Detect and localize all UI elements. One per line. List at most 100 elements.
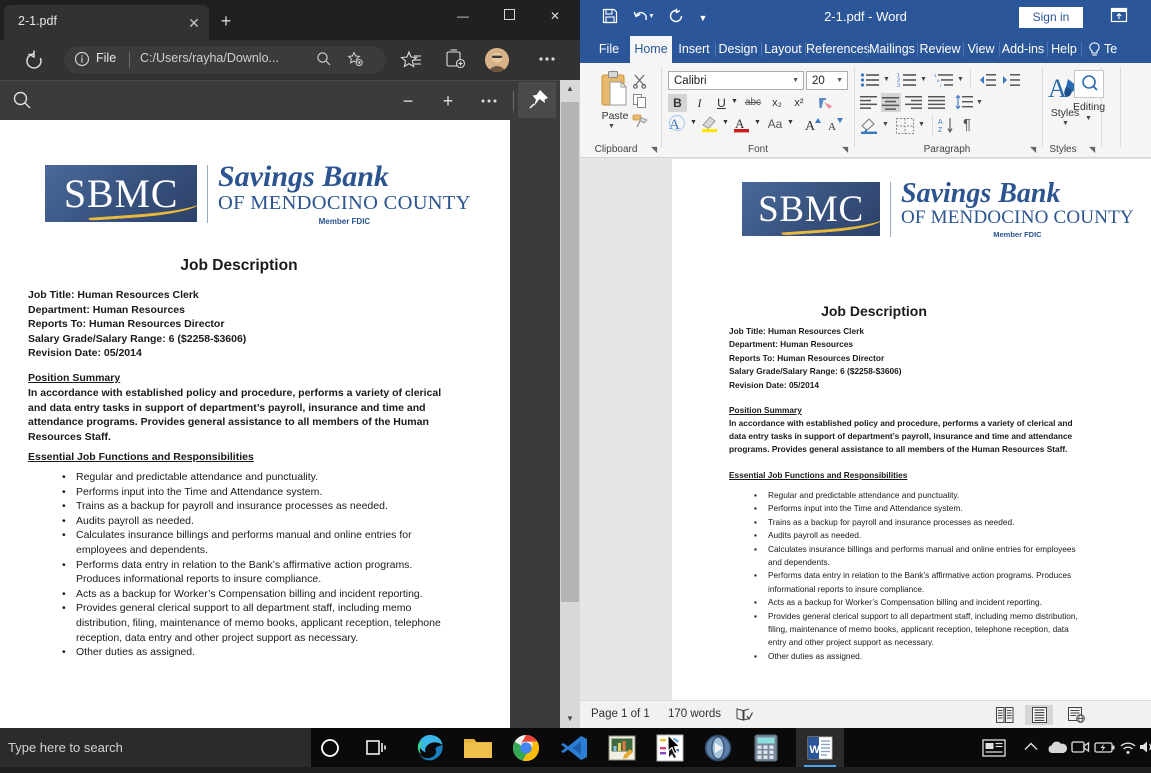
- taskbar-app-file-explorer[interactable]: [454, 728, 502, 767]
- wifi-icon[interactable]: [1118, 738, 1138, 761]
- taskbar-app-chrome[interactable]: [502, 728, 550, 767]
- onedrive-icon[interactable]: [1046, 738, 1068, 761]
- browser-tab[interactable]: 2-1.pdf ✕: [4, 5, 209, 40]
- dialog-launcher-icon[interactable]: ◥: [842, 145, 848, 154]
- pin-icon[interactable]: [518, 82, 556, 118]
- strikethrough-button[interactable]: abc: [741, 94, 765, 112]
- ribbon-tab-insert[interactable]: Insert: [674, 36, 714, 63]
- pdf-more-options-button[interactable]: [477, 90, 501, 114]
- ribbon-tab-help[interactable]: Help: [1048, 36, 1080, 63]
- clear-formatting-icon[interactable]: [816, 95, 834, 116]
- sort-icon[interactable]: A Z: [938, 117, 956, 139]
- ribbon-tab-view[interactable]: View: [964, 36, 998, 63]
- sign-in-button[interactable]: Sign in: [1019, 7, 1083, 28]
- taskbar-app-word[interactable]: W: [796, 728, 844, 767]
- justify-icon[interactable]: [928, 95, 946, 114]
- italic-button[interactable]: I: [690, 94, 709, 112]
- volume-icon[interactable]: [1138, 738, 1151, 761]
- news-and-interests-icon[interactable]: [982, 738, 1006, 763]
- chevron-down-icon[interactable]: ▼: [690, 119, 697, 126]
- ribbon-tab-home[interactable]: Home: [630, 36, 672, 63]
- more-options-icon[interactable]: [536, 48, 562, 74]
- decrease-indent-icon[interactable]: [977, 72, 997, 93]
- address-bar[interactable]: File C:/Users/rayha/Downlo...: [64, 46, 386, 74]
- ribbon-tab-design[interactable]: Design: [716, 36, 760, 63]
- find-magnifier-icon[interactable]: [1074, 70, 1104, 98]
- ribbon-display-options-icon[interactable]: [1107, 6, 1131, 30]
- taskbar-app-edge[interactable]: [406, 728, 454, 767]
- camera-icon[interactable]: [1070, 738, 1090, 761]
- show-formatting-marks-icon[interactable]: ¶: [963, 116, 971, 133]
- minimize-button[interactable]: —: [440, 0, 486, 32]
- subscript-button[interactable]: x₂: [767, 94, 787, 112]
- chevron-down-icon[interactable]: ▼: [792, 77, 799, 84]
- align-left-icon[interactable]: [860, 95, 878, 114]
- chevron-down-icon[interactable]: ▼: [976, 99, 983, 106]
- scroll-up-icon[interactable]: ▲: [560, 80, 580, 98]
- proofing-errors-icon[interactable]: [736, 707, 754, 727]
- chevron-down-icon[interactable]: ▼: [883, 76, 890, 83]
- close-icon[interactable]: ✕: [184, 13, 204, 33]
- underline-button[interactable]: U: [712, 94, 731, 112]
- chevron-down-icon[interactable]: ▼: [836, 77, 843, 84]
- page-indicator[interactable]: Page 1 of 1: [591, 708, 650, 720]
- zoom-out-button[interactable]: −: [396, 90, 420, 114]
- cortana-circle-icon[interactable]: [314, 732, 346, 763]
- favorites-list-icon[interactable]: [400, 48, 426, 74]
- align-right-icon[interactable]: [905, 95, 923, 114]
- numbered-list-icon[interactable]: 1 2 3: [897, 72, 917, 93]
- chevron-down-icon[interactable]: ▼: [918, 121, 925, 128]
- collections-icon[interactable]: [444, 48, 470, 74]
- shading-icon[interactable]: [860, 117, 879, 139]
- add-favorite-icon[interactable]: [347, 51, 365, 69]
- scroll-down-icon[interactable]: ▼: [560, 710, 580, 728]
- borders-icon[interactable]: [896, 118, 914, 139]
- chevron-down-icon[interactable]: ▼: [957, 76, 964, 83]
- word-page[interactable]: SBMC Savings Bank OF MENDOCINO COUNTY Me…: [672, 159, 1151, 700]
- editing-button-label[interactable]: Editing: [1067, 101, 1111, 113]
- multilevel-list-icon[interactable]: 1 a i: [934, 72, 954, 93]
- text-effects-icon[interactable]: A: [668, 115, 688, 137]
- taskbar-app-vscode[interactable]: [550, 728, 598, 767]
- cut-scissors-icon[interactable]: [632, 73, 648, 94]
- dialog-launcher-icon[interactable]: ◥: [651, 145, 657, 154]
- increase-indent-icon[interactable]: [1001, 72, 1021, 93]
- bold-button[interactable]: B: [668, 94, 687, 112]
- word-count[interactable]: 170 words: [668, 708, 721, 720]
- chevron-down-icon[interactable]: ▼: [722, 119, 729, 126]
- web-layout-icon[interactable]: [1062, 705, 1090, 725]
- chevron-down-icon[interactable]: ▼: [787, 119, 794, 126]
- line-spacing-icon[interactable]: [955, 94, 973, 115]
- close-window-button[interactable]: ✕: [532, 0, 578, 32]
- font-color-icon[interactable]: A: [732, 115, 752, 138]
- zoom-in-button[interactable]: +: [436, 90, 460, 114]
- profile-avatar[interactable]: [485, 48, 509, 72]
- scrollbar-thumb[interactable]: [561, 102, 579, 602]
- ribbon-tab-review[interactable]: Review: [918, 36, 962, 63]
- task-view-icon[interactable]: [360, 732, 392, 763]
- taskbar-app-image-editor[interactable]: [598, 728, 646, 767]
- zoom-out-icon[interactable]: [316, 51, 334, 69]
- read-mode-icon[interactable]: [991, 705, 1019, 725]
- shrink-font-icon[interactable]: A: [826, 115, 846, 138]
- chevron-down-icon[interactable]: ▼: [882, 121, 889, 128]
- chevron-down-icon[interactable]: ▼: [754, 119, 761, 126]
- paste-icon[interactable]: [595, 68, 635, 112]
- plus-icon[interactable]: +: [213, 9, 239, 35]
- battery-icon[interactable]: [1094, 738, 1116, 761]
- font-name-input[interactable]: Calibri ▼: [668, 71, 804, 90]
- taskbar-app-calculator[interactable]: [742, 728, 790, 767]
- ribbon-tab-add-ins[interactable]: Add-ins: [1000, 36, 1046, 63]
- pdf-scrollbar[interactable]: ▲ ▼: [560, 80, 580, 728]
- chevron-down-icon[interactable]: ▼: [731, 98, 738, 105]
- grow-font-icon[interactable]: A: [804, 115, 824, 138]
- paste-dropdown-icon[interactable]: ▼: [608, 123, 615, 130]
- dialog-launcher-icon[interactable]: ◥: [1089, 145, 1095, 154]
- ribbon-tab-layout[interactable]: Layout: [762, 36, 804, 63]
- chevron-down-icon[interactable]: ▼: [1062, 120, 1069, 127]
- superscript-button[interactable]: x²: [789, 94, 809, 112]
- ribbon-tab-references[interactable]: References: [806, 36, 870, 63]
- show-hidden-icons-icon[interactable]: [1022, 738, 1040, 761]
- bullet-list-icon[interactable]: [860, 72, 880, 93]
- info-icon[interactable]: [74, 51, 92, 69]
